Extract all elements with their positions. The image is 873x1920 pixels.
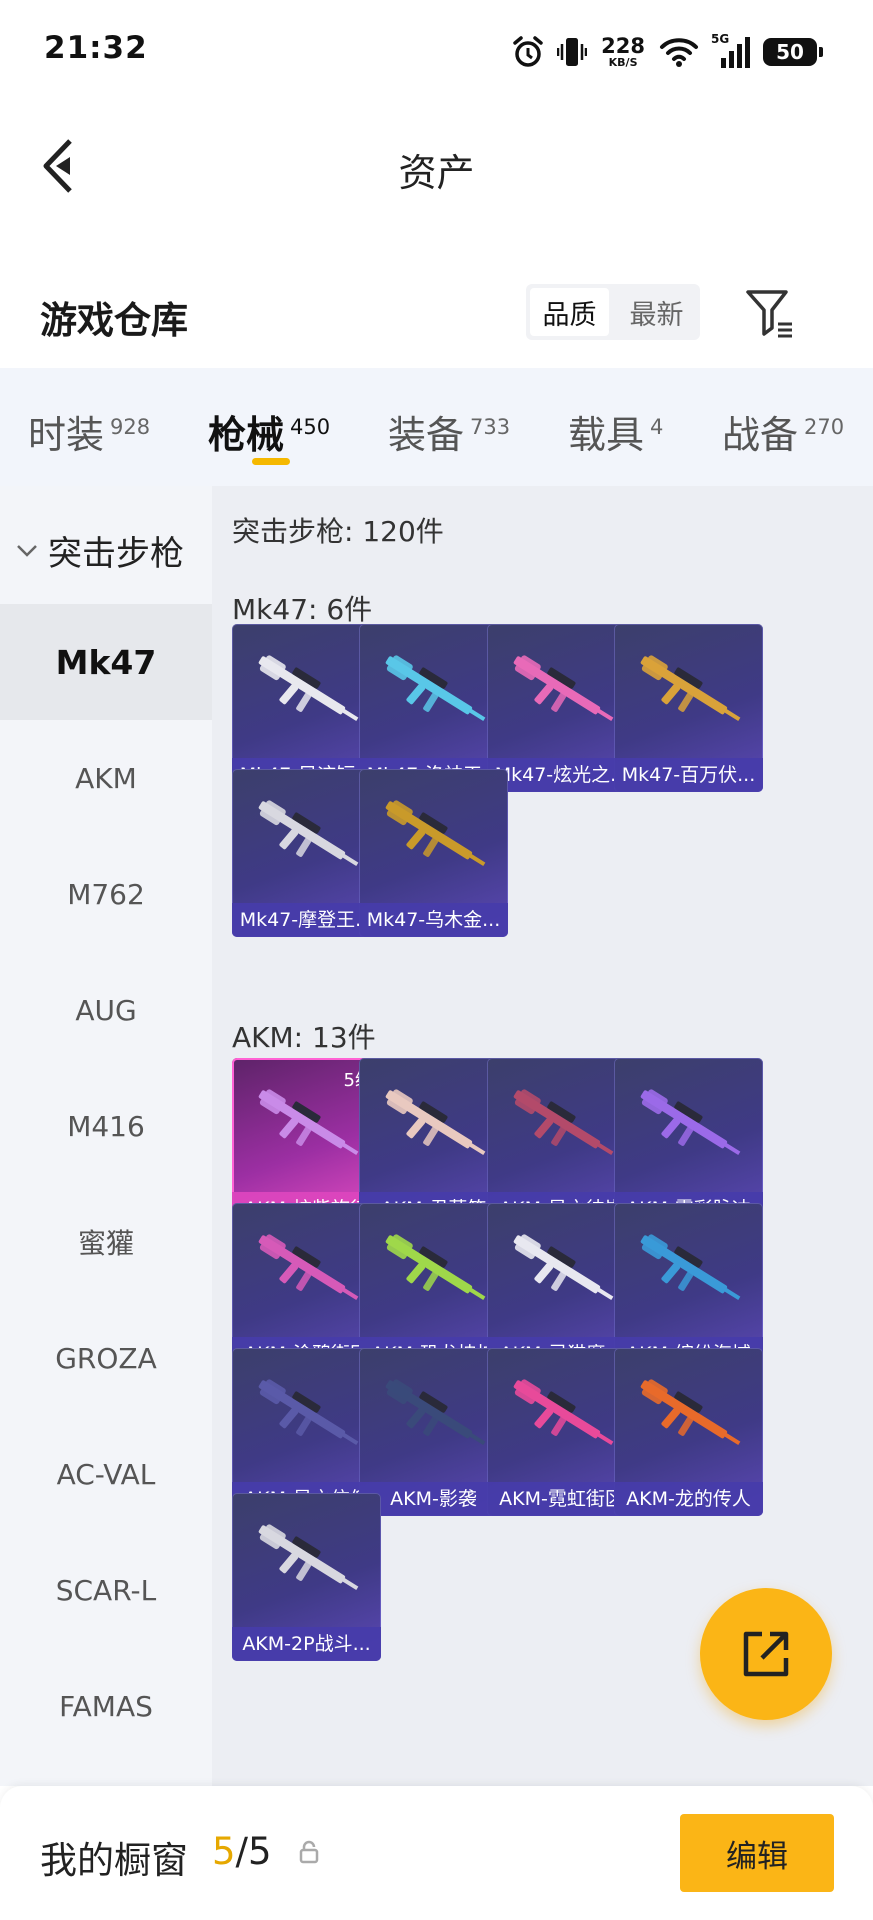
tab-vehicles[interactable]: 载具 4 <box>568 404 663 459</box>
rifle-icon <box>640 1379 741 1446</box>
rifle-icon <box>258 1234 359 1301</box>
weapon-name: AKM-2P战斗... <box>232 1627 381 1661</box>
weapon-card-mk47[interactable]: Mk47-百万伏... <box>614 624 763 792</box>
battery-icon: 50 <box>763 38 823 66</box>
group-title-akm: AKM: 13件 <box>232 1021 376 1054</box>
sidebar-item-scar-l[interactable]: SCAR-L <box>0 1532 212 1648</box>
sidebar-item-famas[interactable]: FAMAS <box>0 1648 212 1764</box>
status-time: 21:32 <box>44 30 148 66</box>
tab-equipment[interactable]: 装备 733 <box>388 404 510 459</box>
net-speed-unit: KB/S <box>608 56 638 69</box>
tab-label: 载具 <box>568 413 645 457</box>
rifle-icon <box>640 1089 741 1156</box>
page-title: 资产 <box>398 151 475 195</box>
weapon-card-akm[interactable]: AKM-君莫笑 <box>359 1058 508 1226</box>
sidebar-category-label: 突击步枪 <box>48 534 184 574</box>
sidebar-item-m762[interactable]: M762 <box>0 836 212 952</box>
sort-option-newest[interactable]: 最新 <box>617 288 696 336</box>
sidebar-item-m416[interactable]: M416 <box>0 1068 212 1184</box>
group-title-mk47: Mk47: 6件 <box>232 593 373 626</box>
wifi-icon <box>660 38 698 67</box>
warehouse-header: 游戏仓库 品质 最新 <box>0 268 873 358</box>
cellular-signal-icon: 5G <box>711 32 751 70</box>
share-button[interactable] <box>700 1588 832 1720</box>
tab-label: 枪械 <box>208 413 285 457</box>
showcase-current: 5 <box>212 1830 236 1873</box>
rifle-icon <box>513 1379 614 1446</box>
status-icons: 228 KB/S 5G 50 <box>511 28 823 76</box>
filter-icon <box>746 290 792 338</box>
tab-count: 928 <box>110 415 151 439</box>
weapon-card-akm[interactable]: AKM-2P战斗... <box>232 1493 381 1661</box>
nav-bar: 资产 <box>0 104 873 228</box>
category-tabs: 时装 928 枪械 450 装备 733 载具 4 战备 270 <box>0 368 873 486</box>
weapon-card-akm[interactable]: AKM-缤纷海域 <box>614 1203 763 1371</box>
tab-count: 4 <box>650 415 664 439</box>
rifle-icon <box>385 1379 486 1446</box>
sidebar-category-header[interactable]: 突击步枪 <box>0 526 212 575</box>
tab-label: 装备 <box>388 413 465 457</box>
weapon-card-akm[interactable]: AKM-霓彩脉冲 <box>614 1058 763 1226</box>
sort-option-quality[interactable]: 品质 <box>530 288 609 336</box>
tab-firearms[interactable]: 枪械 450 <box>208 404 330 459</box>
weapon-card-mk47[interactable]: Mk47-洛神天... <box>359 624 508 792</box>
sidebar-item-ac-val[interactable]: AC-VAL <box>0 1416 212 1532</box>
content-summary: 突击步枪: 120件 <box>232 515 444 548</box>
warehouse-title: 游戏仓库 <box>40 299 188 342</box>
rifle-icon <box>258 1524 359 1591</box>
alarm-icon <box>513 36 543 67</box>
weapon-card-akm[interactable]: AKM-恐龙拽拽 <box>359 1203 508 1371</box>
weapon-name: AKM-影袭 <box>359 1482 508 1516</box>
sidebar-item-honey-badger[interactable]: 蜜獾 <box>0 1184 212 1300</box>
status-bar: 21:32 228 KB/S 5G 50 <box>0 0 873 104</box>
tab-fashion[interactable]: 时装 928 <box>28 404 150 459</box>
sidebar: 突击步枪 Mk47 AKM M762 AUG M416 蜜獾 GROZA AC-… <box>0 486 212 1786</box>
chevron-down-icon <box>17 544 37 557</box>
tab-label: 时装 <box>28 413 105 457</box>
tab-supplies[interactable]: 战备 270 <box>722 404 844 459</box>
vibrate-icon <box>557 38 588 66</box>
share-external-icon <box>743 1631 789 1677</box>
rifle-icon <box>258 800 359 867</box>
rifle-icon <box>513 1089 614 1156</box>
net-speed-value: 228 <box>601 34 645 58</box>
tab-label: 战备 <box>722 413 799 457</box>
showcase-label: 我的橱窗 <box>40 1839 188 1882</box>
edit-button[interactable]: 编辑 <box>680 1814 834 1892</box>
weapon-name: Mk47-乌木金... <box>359 903 508 937</box>
weapon-card-mk47[interactable]: Mk47-乌木金... <box>359 769 508 937</box>
weapon-card-akm[interactable]: AKM-影袭 <box>359 1348 508 1516</box>
rifle-icon <box>513 1234 614 1301</box>
sidebar-item-mk47[interactable]: Mk47 <box>0 604 212 720</box>
sort-toggle: 品质 最新 <box>526 284 700 340</box>
showcase-total: 5 <box>248 1830 272 1873</box>
sidebar-item-groza[interactable]: GROZA <box>0 1300 212 1416</box>
rifle-icon <box>258 655 359 722</box>
rifle-icon <box>385 800 486 867</box>
weapon-name: Mk47-百万伏... <box>614 758 763 792</box>
rifle-icon <box>258 1379 359 1446</box>
showcase-separator: / <box>235 1830 249 1873</box>
showcase-bar: 我的橱窗 5/5 编辑 <box>0 1786 873 1920</box>
rifle-icon <box>385 655 486 722</box>
tab-count: 450 <box>290 415 331 439</box>
active-tab-indicator <box>252 458 290 465</box>
sidebar-item-aug[interactable]: AUG <box>0 952 212 1068</box>
weapon-name: AKM-龙的传人 <box>614 1482 763 1516</box>
tab-count: 733 <box>470 415 511 439</box>
rifle-icon <box>385 1089 486 1156</box>
net-speed: 228 KB/S <box>601 34 645 69</box>
showcase-count: 5/5 <box>212 1830 272 1873</box>
sidebar-item-akm[interactable]: AKM <box>0 720 212 836</box>
lock-icon <box>299 1840 319 1864</box>
rifle-icon <box>640 655 741 722</box>
filter-button[interactable] <box>744 286 796 340</box>
weapon-card-akm[interactable]: AKM-龙的传人 <box>614 1348 763 1516</box>
rifle-icon <box>385 1234 486 1301</box>
tab-count: 270 <box>804 415 845 439</box>
rifle-icon <box>513 655 614 722</box>
battery-level: 50 <box>776 40 804 64</box>
rifle-icon <box>640 1234 741 1301</box>
